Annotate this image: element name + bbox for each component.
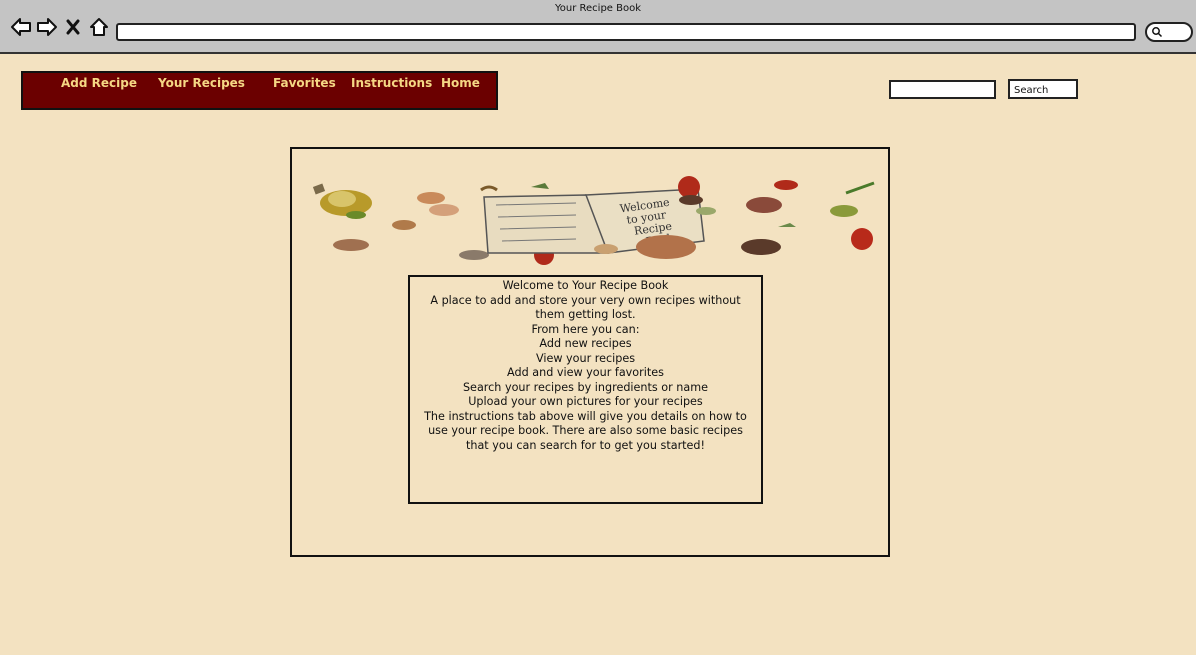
home-icon[interactable]: [88, 15, 110, 39]
address-bar[interactable]: [116, 23, 1136, 41]
oil-bottle-illustration: [312, 183, 372, 219]
nav-your-recipes[interactable]: Your Recipes: [158, 76, 245, 90]
welcome-intro: A place to add and store your very own r…: [430, 293, 741, 322]
browser-nav-icons: [10, 15, 110, 39]
welcome-list-item: Add new recipes: [539, 337, 632, 350]
nav-instructions[interactable]: Instructions: [351, 76, 432, 90]
welcome-text-box: Welcome to Your Recipe Book A place to a…: [408, 275, 763, 504]
welcome-list-item: View your recipes: [535, 351, 636, 365]
welcome-list-item: Search your recipes by ingredients or na…: [462, 380, 709, 394]
window-title: Your Recipe Book: [554, 3, 642, 14]
forward-arrow-icon[interactable]: [36, 15, 58, 39]
search-button[interactable]: Search: [1008, 79, 1078, 99]
search-input[interactable]: [889, 80, 996, 99]
welcome-list-item: Add and view your favorites: [507, 366, 664, 379]
close-icon[interactable]: [62, 15, 84, 39]
nav-home[interactable]: Home: [441, 76, 480, 90]
nav-favorites[interactable]: Favorites: [273, 76, 336, 90]
back-arrow-icon[interactable]: [10, 15, 32, 39]
nav-add-recipe[interactable]: Add Recipe: [61, 76, 137, 90]
welcome-list-item: Upload your own pictures for your recipe…: [468, 395, 703, 408]
browser-search-box[interactable]: [1145, 22, 1193, 42]
welcome-title: Welcome to Your Recipe Book: [502, 279, 669, 292]
welcome-instructions-note: The instructions tab above will give you…: [424, 409, 747, 452]
welcome-list-heading: From here you can:: [531, 322, 640, 336]
search-icon: [1152, 27, 1163, 38]
main-nav: Add Recipe Your Recipes Favorites Instru…: [21, 71, 498, 110]
browser-chrome: Your Recipe Book: [0, 0, 1196, 54]
banner-image: Welcome to your Recipe Book: [312, 176, 875, 265]
